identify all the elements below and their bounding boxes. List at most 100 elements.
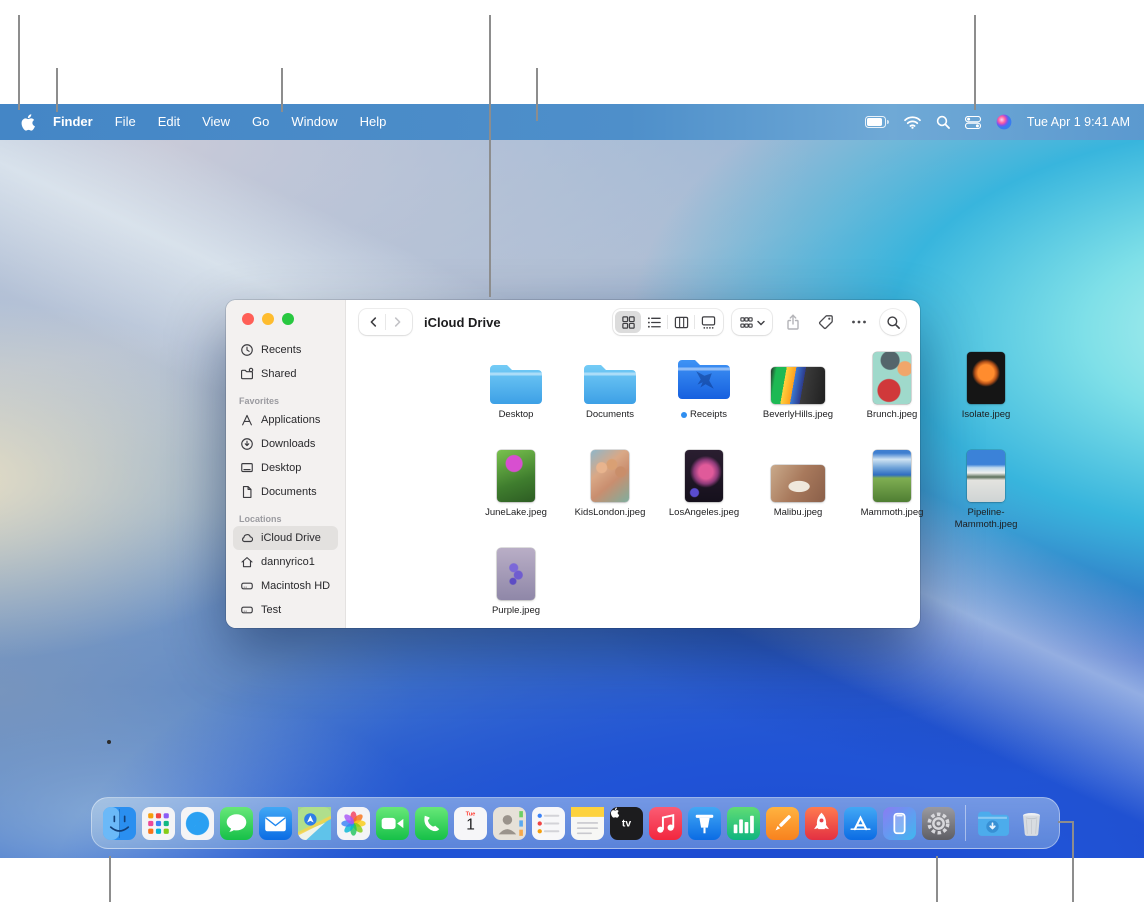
dock-numbers-icon[interactable]	[727, 806, 760, 840]
desktop-icon	[239, 461, 254, 475]
icon-view-button[interactable]	[615, 311, 641, 333]
group-by-button[interactable]	[732, 309, 772, 335]
menu-window[interactable]: Window	[280, 104, 348, 140]
menu-go[interactable]: Go	[241, 104, 280, 140]
dock-safari-icon[interactable]	[181, 806, 214, 840]
dock-notes-icon[interactable]	[571, 806, 604, 840]
file-item[interactable]: Brunch.jpeg	[845, 352, 939, 450]
menu-file[interactable]: File	[104, 104, 147, 140]
share-button[interactable]	[781, 313, 805, 331]
search-button[interactable]	[880, 309, 906, 335]
file-label: LosAngeles.jpeg	[668, 507, 740, 518]
file-item[interactable]: Pipeline-Mammoth.jpeg	[939, 450, 1033, 548]
file-item[interactable]: BeverlyHills.jpeg	[751, 352, 845, 450]
dock-contacts-icon[interactable]	[493, 806, 526, 840]
sidebar-item-label: Desktop	[261, 462, 302, 474]
dock-downloads-folder-icon[interactable]	[976, 807, 1009, 840]
download-circle-icon	[239, 437, 254, 451]
dock-mail-icon[interactable]	[259, 806, 292, 840]
spotlight-search-icon[interactable]	[936, 115, 950, 129]
menu-bar-clock[interactable]: Tue Apr 1 9:41 AM	[1027, 115, 1130, 129]
dock-facetime-icon[interactable]	[376, 806, 409, 840]
hard-disk-icon	[239, 603, 254, 617]
dock-calendar-icon[interactable]: Tue 1	[454, 806, 487, 840]
dock-apple-tv-icon[interactable]: tv	[610, 806, 643, 840]
dock-maps-icon[interactable]	[298, 806, 331, 840]
sidebar-item-macintosh-hd[interactable]: Macintosh HD	[233, 574, 338, 598]
column-view-button[interactable]	[668, 311, 694, 333]
file-item[interactable]: KidsLondon.jpeg	[563, 450, 657, 548]
minimize-button[interactable]	[262, 313, 274, 325]
image-thumbnail	[967, 352, 1005, 404]
sidebar-section-heading: Favorites	[239, 396, 280, 406]
sidebar-item-test[interactable]: Test	[233, 598, 338, 622]
gallery-view-button[interactable]	[695, 311, 721, 333]
dock-music-icon[interactable]	[649, 806, 682, 840]
menu-finder[interactable]: Finder	[42, 104, 104, 140]
list-view-button[interactable]	[641, 311, 667, 333]
dock-messages-icon[interactable]	[220, 806, 253, 840]
sidebar-item-recents[interactable]: Recents	[233, 338, 338, 362]
zoom-button[interactable]	[282, 313, 294, 325]
tags-button[interactable]	[814, 314, 838, 330]
sidebar-item-label: Shared	[261, 368, 297, 380]
dock-trash-icon[interactable]	[1015, 807, 1048, 840]
view-mode-switcher	[613, 309, 723, 335]
sidebar-section-heading: Locations	[239, 514, 282, 524]
file-label: Malibu.jpeg	[773, 507, 823, 518]
battery-icon[interactable]	[864, 116, 889, 128]
sidebar-item-documents[interactable]: Documents	[233, 480, 338, 504]
dock-phone-icon[interactable]	[415, 806, 448, 840]
file-item[interactable]: Mammoth.jpeg	[845, 450, 939, 548]
dock-iphone-mirroring-icon[interactable]	[883, 806, 916, 840]
file-item[interactable]: Desktop	[469, 352, 563, 450]
dock-finder-icon[interactable]	[103, 806, 136, 840]
folder-icon	[582, 352, 638, 404]
file-label: Purple.jpeg	[491, 605, 541, 616]
file-label: Isolate.jpeg	[961, 409, 1011, 420]
sidebar-item-downloads[interactable]: Downloads	[233, 432, 338, 456]
dock-divider	[965, 805, 966, 841]
dock-rocket-app-icon[interactable]	[805, 806, 838, 840]
clock-icon	[239, 343, 254, 357]
file-item[interactable]: Purple.jpeg	[469, 548, 563, 646]
more-options-button[interactable]	[847, 319, 871, 325]
dock-system-settings-icon[interactable]	[922, 806, 955, 840]
menu-help[interactable]: Help	[349, 104, 398, 140]
back-button[interactable]	[363, 315, 385, 329]
callout-line	[56, 68, 58, 112]
file-item[interactable]: Documents	[563, 352, 657, 450]
dock-keynote-icon[interactable]	[688, 806, 721, 840]
file-item[interactable]: LosAngeles.jpeg	[657, 450, 751, 548]
wifi-icon[interactable]	[904, 115, 921, 129]
calendar-day: 1	[466, 815, 475, 834]
dock-photos-icon[interactable]	[337, 806, 370, 840]
dock-launchpad-icon[interactable]	[142, 806, 175, 840]
sidebar-item-desktop[interactable]: Desktop	[233, 456, 338, 480]
sidebar-item-icloud-drive[interactable]: iCloud Drive	[233, 526, 338, 550]
image-thumbnail	[591, 450, 629, 502]
menu-edit[interactable]: Edit	[147, 104, 191, 140]
dock-app-store-icon[interactable]	[844, 806, 877, 840]
file-label: JuneLake.jpeg	[485, 507, 547, 518]
forward-button[interactable]	[386, 315, 408, 329]
folder-icon	[488, 352, 544, 404]
close-button[interactable]	[242, 313, 254, 325]
apple-menu-icon[interactable]	[12, 113, 42, 131]
sidebar-item-applications[interactable]: Applications	[233, 408, 338, 432]
control-center-icon[interactable]	[964, 115, 981, 129]
sidebar-list: Recents Shared Favorites Applications Downlo…	[226, 338, 345, 622]
file-item[interactable]: Receipts	[657, 352, 751, 450]
file-item[interactable]: Isolate.jpeg	[939, 352, 1033, 450]
menu-view[interactable]: View	[191, 104, 241, 140]
dock-reminders-icon[interactable]	[532, 806, 565, 840]
file-item[interactable]: JuneLake.jpeg	[469, 450, 563, 548]
sidebar-item-label: Recents	[261, 344, 302, 356]
siri-icon[interactable]	[996, 114, 1012, 130]
sidebar-item-shared[interactable]: Shared	[233, 362, 338, 386]
file-label: Pipeline-Mammoth.jpeg	[954, 507, 1018, 531]
image-thumbnail	[771, 450, 825, 502]
sidebar-item-dannyrico1[interactable]: dannyrico1	[233, 550, 338, 574]
dock-pages-icon[interactable]	[766, 806, 799, 840]
file-item[interactable]: Malibu.jpeg	[751, 450, 845, 548]
